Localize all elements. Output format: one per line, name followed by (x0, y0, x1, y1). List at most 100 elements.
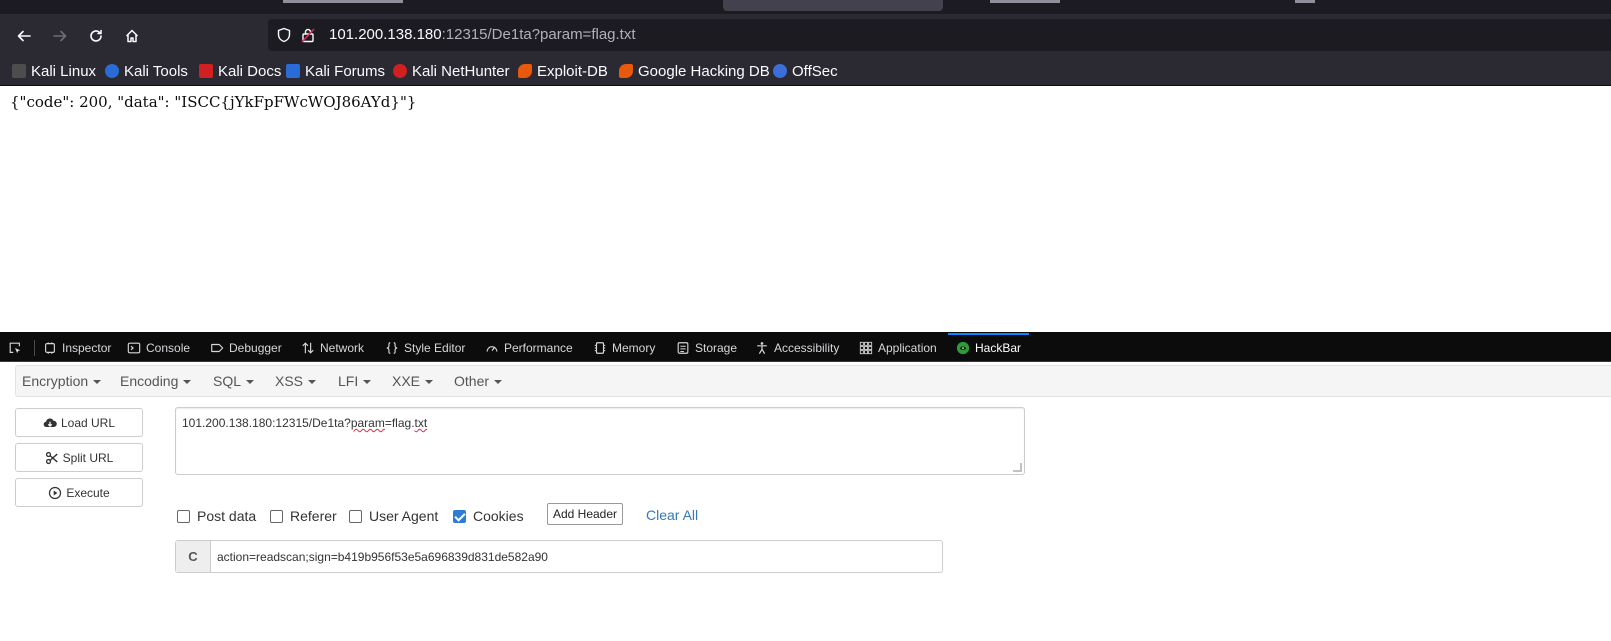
tab-network[interactable]: Network (301, 333, 364, 362)
checkbox-box-checked[interactable] (453, 509, 466, 523)
insecure-lock-icon[interactable] (300, 27, 316, 43)
tab-hackbar[interactable]: HackBar (947, 333, 1030, 362)
tab-background[interactable] (283, 0, 403, 3)
address-bar[interactable]: 101.200.138.180:12315/De1ta?param=flag.t… (268, 19, 1611, 51)
cookie-input[interactable]: action=readscan;sign=b419b956f53e5a69683… (217, 550, 548, 564)
exploit-db-icon (518, 64, 532, 78)
tab-active[interactable] (723, 0, 943, 11)
debugger-icon (211, 343, 224, 352)
home-button[interactable] (118, 22, 146, 50)
menu-label: Encryption (22, 373, 89, 389)
resize-handle[interactable] (1013, 463, 1022, 472)
back-button[interactable] (10, 22, 38, 50)
menu-encoding[interactable]: Encoding (120, 373, 192, 389)
url-input-param: param (350, 416, 385, 430)
url-input-mid: =flag. (384, 416, 415, 430)
tab-style-editor[interactable]: Style Editor (385, 333, 465, 362)
bookmark-exploit-db[interactable]: Exploit-DB (518, 61, 608, 81)
network-icon (302, 341, 314, 354)
style-editor-icon (386, 341, 398, 354)
bookmark-offsec[interactable]: OffSec (773, 61, 838, 81)
url-text[interactable]: 101.200.138.180:12315/De1ta?param=flag.t… (329, 26, 636, 43)
load-url-button[interactable]: Load URL (15, 408, 143, 437)
caret-down-icon (246, 380, 255, 384)
tab-performance[interactable]: Performance (485, 333, 573, 362)
menu-sql[interactable]: SQL (213, 373, 255, 389)
checkbox-label: User Agent (369, 508, 439, 524)
nethunter-icon (393, 64, 407, 78)
ghdb-icon (619, 64, 633, 78)
tab-label: Performance (504, 340, 573, 355)
console-icon (127, 342, 141, 353)
checkbox-box[interactable] (349, 509, 362, 523)
menu-label: LFI (338, 373, 359, 389)
bookmark-kali-docs[interactable]: Kali Docs (199, 61, 281, 81)
tab-label: Debugger (229, 340, 282, 355)
bookmark-label: Kali Forums (305, 62, 386, 80)
menu-encryption[interactable]: Encryption (22, 373, 102, 389)
reload-button[interactable] (82, 22, 110, 50)
forward-arrow-icon (53, 30, 67, 42)
checkbox-label: Referer (290, 508, 337, 524)
bookmark-kali-linux[interactable]: Kali Linux (12, 61, 96, 81)
button-label: Split URL (62, 450, 114, 465)
kali-docs-icon (199, 64, 213, 78)
bookmark-kali-forums[interactable]: Kali Forums (286, 61, 385, 81)
element-picker-icon (9, 342, 21, 353)
add-header-button[interactable]: Add Header (547, 503, 623, 525)
split-url-button[interactable]: Split URL (15, 443, 143, 472)
checkbox-label: Post data (197, 508, 257, 524)
checkbox-box[interactable] (270, 509, 283, 523)
post-data-checkbox[interactable]: Post data (177, 507, 256, 525)
user-agent-checkbox[interactable]: User Agent (349, 507, 438, 525)
button-label: Execute (66, 485, 110, 500)
caret-down-icon (93, 380, 102, 384)
tab-console[interactable]: Console (127, 333, 190, 362)
cookies-checkbox[interactable]: Cookies (453, 507, 524, 525)
tab-debugger[interactable]: Debugger (210, 333, 282, 362)
url-input-prefix: 101.200.138.180:12315/De1ta? (182, 416, 351, 430)
clear-all-link[interactable]: Clear All (646, 507, 698, 523)
tracking-protection-shield-icon[interactable] (276, 27, 292, 43)
bookmark-label: Kali Tools (124, 62, 188, 80)
tab-label: Style Editor (404, 340, 466, 355)
tab-inspector[interactable]: Inspector (43, 333, 111, 362)
execute-button[interactable]: Execute (15, 478, 143, 507)
checkbox-box[interactable] (177, 509, 190, 523)
referer-checkbox[interactable]: Referer (270, 507, 337, 525)
element-picker-button[interactable] (8, 333, 27, 362)
menu-xss[interactable]: XSS (275, 373, 317, 389)
home-icon (125, 29, 139, 43)
bookmark-label: OffSec (792, 62, 838, 80)
menu-label: XSS (275, 373, 304, 389)
hackbar-url-input[interactable]: 101.200.138.180:12315/De1ta?param=flag.t… (175, 407, 1025, 475)
tab-background[interactable] (1295, 0, 1315, 3)
bookmarks-toolbar: Kali Linux Kali Tools Kali Docs Kali For… (0, 56, 1611, 86)
menu-xxe[interactable]: XXE (392, 373, 434, 389)
tab-label: HackBar (975, 340, 1022, 355)
tab-label: Network (320, 340, 365, 355)
url-path: :12315/De1ta?param=flag.txt (441, 26, 636, 43)
bookmark-google-hacking-db[interactable]: Google Hacking DB (619, 61, 770, 81)
offsec-icon (773, 64, 787, 78)
menu-label: XXE (392, 373, 421, 389)
hackbar-icon (956, 341, 970, 354)
caret-down-icon (308, 380, 317, 384)
checkbox-label: Cookies (473, 508, 524, 524)
forward-button[interactable] (46, 22, 74, 50)
url-input-ext: txt (414, 416, 428, 430)
menu-other[interactable]: Other (454, 373, 503, 389)
bookmark-kali-tools[interactable]: Kali Tools (105, 61, 188, 81)
tab-memory[interactable]: Memory (593, 333, 655, 362)
tab-application[interactable]: Application (859, 333, 937, 362)
tab-accessibility[interactable]: Accessibility (755, 333, 839, 362)
bookmark-kali-nethunter[interactable]: Kali NetHunter (393, 61, 510, 81)
devtools-toolbar: Inspector Console Debugger Network Style… (0, 333, 1611, 362)
menu-lfi[interactable]: LFI (338, 373, 372, 389)
tab-label: Inspector (62, 340, 112, 355)
tab-label: Accessibility (774, 340, 840, 355)
tab-storage[interactable]: Storage (676, 333, 737, 362)
memory-icon (594, 341, 606, 354)
tab-background[interactable] (990, 0, 1060, 3)
caret-down-icon (425, 380, 434, 384)
